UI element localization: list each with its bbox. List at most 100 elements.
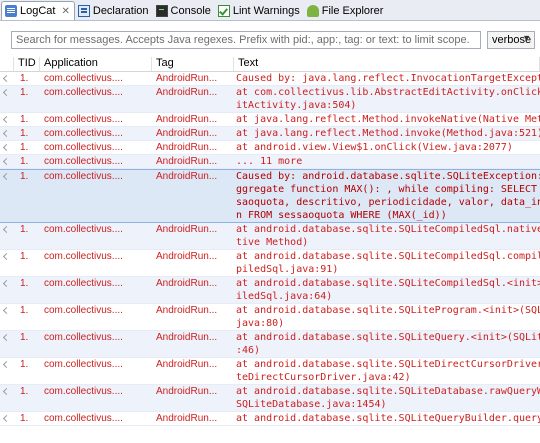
application-cell: com.collectivus.... — [40, 412, 152, 425]
tag-cell-text: AndroidRun... — [156, 386, 218, 397]
text-cell: at android.database.sqlite.SQLiteCompile… — [234, 250, 540, 276]
tag-cell-text: AndroidRun... — [156, 142, 218, 153]
tag-cell-text: AndroidRun... — [156, 73, 218, 84]
log-message-line: at android.database.sqlite.SQLiteDatabas… — [236, 386, 540, 397]
application-cell-text: com.collectivus.... — [44, 305, 123, 316]
search-input[interactable]: Search for messages. Accepts Java regexe… — [11, 31, 481, 49]
column-header-tid[interactable]: TID — [14, 57, 40, 71]
tab-console[interactable]: Console — [153, 1, 215, 20]
log-message-line: at android.database.sqlite.SQLiteCompile… — [236, 278, 540, 289]
text-cell: at com.collectivus.lib.AbstractEditActiv… — [234, 86, 540, 112]
table-row[interactable]: 1. com.collectivus.... AndroidRun... Caused… — [0, 72, 540, 86]
application-cell-text: com.collectivus.... — [44, 87, 123, 98]
log-message-line: iledSql.java:64) — [236, 291, 333, 302]
application-cell: com.collectivus.... — [40, 127, 152, 140]
log-message-line: at android.database.sqlite.SQLiteCompile… — [236, 251, 540, 262]
application-cell: com.collectivus.... — [40, 155, 152, 168]
level-column-header[interactable] — [0, 57, 14, 71]
tid-cell-text: 1. — [20, 73, 29, 84]
log-message-line: at android.database.sqlite.SQLiteQueryBu… — [236, 413, 540, 424]
log-message-line: at android.database.sqlite.SQLiteDirectC… — [236, 359, 540, 370]
table-row[interactable]: 1. com.collectivus.... AndroidRun... at and… — [0, 331, 540, 358]
application-cell-text: com.collectivus.... — [44, 114, 123, 125]
tag-cell: AndroidRun... — [152, 155, 234, 168]
log-message-line: SQLiteDatabase.java:1454) — [236, 399, 387, 410]
tag-cell: AndroidRun... — [152, 331, 234, 357]
table-row[interactable]: 1. com.collectivus.... AndroidRun... Caused… — [0, 169, 540, 223]
log-message-line: at android.database.sqlite.SQLiteProgram… — [236, 305, 540, 316]
table-row[interactable]: 1. com.collectivus.... AndroidRun... at com… — [0, 86, 540, 113]
tag-cell-text: AndroidRun... — [156, 128, 218, 139]
tab-declaration[interactable]: Declaration — [75, 1, 153, 20]
application-cell-text: com.collectivus.... — [44, 224, 123, 235]
application-cell: com.collectivus.... — [40, 72, 152, 85]
tab-file-explorer[interactable]: File Explorer — [304, 1, 388, 20]
column-header-tag[interactable]: Tag — [152, 57, 234, 71]
tag-cell-text: AndroidRun... — [156, 224, 218, 235]
column-header-application[interactable]: Application — [40, 57, 152, 71]
tag-cell: AndroidRun... — [152, 113, 234, 126]
tab-lint-warnings[interactable]: Lint Warnings — [215, 1, 304, 20]
application-cell: com.collectivus.... — [40, 113, 152, 126]
tid-cell-text: 1. — [20, 413, 29, 424]
application-cell-text: com.collectivus.... — [44, 156, 123, 167]
tid-cell-text: 1. — [20, 359, 29, 370]
text-cell: at android.database.sqlite.SQLiteQuery.<… — [234, 331, 540, 357]
close-icon[interactable]: ✕ — [61, 6, 69, 17]
application-cell: com.collectivus.... — [40, 86, 152, 112]
tag-cell-text: AndroidRun... — [156, 87, 218, 98]
column-header-text[interactable]: Text — [234, 57, 540, 71]
log-message-line: n FROM sessaoquota WHERE (MAX(_id)) — [236, 209, 540, 222]
application-cell-text: com.collectivus.... — [44, 142, 123, 153]
tab-label: File Explorer — [321, 4, 384, 17]
logcat-icon — [5, 5, 17, 17]
table-row[interactable]: 1. com.collectivus.... AndroidRun... at and… — [0, 304, 540, 331]
application-cell: com.collectivus.... — [40, 141, 152, 154]
table-row[interactable]: 1. com.collectivus.... AndroidRun... ... 11… — [0, 155, 540, 169]
text-cell: at android.database.sqlite.SQLiteProgram… — [234, 304, 540, 330]
tid-cell-text: 1. — [20, 142, 29, 153]
log-message-line: :46) — [236, 345, 261, 356]
tag-cell: AndroidRun... — [152, 72, 234, 85]
table-row[interactable]: 1. com.collectivus.... AndroidRun... at jav… — [0, 127, 540, 141]
application-cell: com.collectivus.... — [40, 223, 152, 249]
tid-cell-text: 1. — [20, 156, 29, 167]
application-cell: com.collectivus.... — [40, 385, 152, 411]
log-message-line: tive Method) — [236, 237, 309, 248]
tab-label: Lint Warnings — [232, 4, 300, 17]
tid-cell-text: 1. — [20, 128, 29, 139]
tag-cell-text: AndroidRun... — [156, 332, 218, 343]
table-row[interactable]: 1. com.collectivus.... AndroidRun... at and… — [0, 277, 540, 304]
application-cell-text: com.collectivus.... — [44, 128, 123, 139]
tag-cell: AndroidRun... — [152, 358, 234, 384]
tag-cell: AndroidRun... — [152, 277, 234, 303]
table-header: TID Application Tag Text — [0, 57, 540, 72]
tag-cell-text: AndroidRun... — [156, 114, 218, 125]
application-cell-text: com.collectivus.... — [44, 386, 123, 397]
tab-logcat[interactable]: LogCat ✕ — [1, 1, 75, 20]
table-row[interactable]: 1. com.collectivus.... AndroidRun... at and… — [0, 412, 540, 426]
table-row[interactable]: 1. com.collectivus.... AndroidRun... at and… — [0, 250, 540, 277]
chevron-down-icon: ▼ — [522, 33, 531, 43]
table-row[interactable]: 1. com.collectivus.... AndroidRun... at and… — [0, 358, 540, 385]
tag-cell: AndroidRun... — [152, 127, 234, 140]
application-cell: com.collectivus.... — [40, 331, 152, 357]
application-cell-text: com.collectivus.... — [44, 278, 123, 289]
table-row[interactable]: 1. com.collectivus.... AndroidRun... at and… — [0, 223, 540, 250]
log-message-line: at android.database.sqlite.SQLiteCompile… — [236, 224, 540, 235]
text-cell: ... 11 more — [234, 155, 540, 168]
file-explorer-icon — [306, 4, 319, 17]
application-cell: com.collectivus.... — [40, 250, 152, 276]
table-row[interactable]: 1. com.collectivus.... AndroidRun... at and… — [0, 141, 540, 155]
log-message-line: at com.collectivus.lib.AbstractEditActiv… — [236, 87, 540, 98]
application-cell: com.collectivus.... — [40, 304, 152, 330]
tag-cell: AndroidRun... — [152, 385, 234, 411]
tag-cell: AndroidRun... — [152, 412, 234, 425]
table-row[interactable]: 1. com.collectivus.... AndroidRun... at jav… — [0, 113, 540, 127]
tab-label: Declaration — [92, 4, 149, 17]
table-row[interactable]: 1. com.collectivus.... AndroidRun... at and… — [0, 385, 540, 412]
log-level-select[interactable]: verbose ▼ — [487, 31, 535, 49]
text-cell: at android.database.sqlite.SQLiteDirectC… — [234, 358, 540, 384]
text-cell: at android.database.sqlite.SQLiteCompile… — [234, 223, 540, 249]
tid-cell-text: 1. — [20, 171, 29, 182]
